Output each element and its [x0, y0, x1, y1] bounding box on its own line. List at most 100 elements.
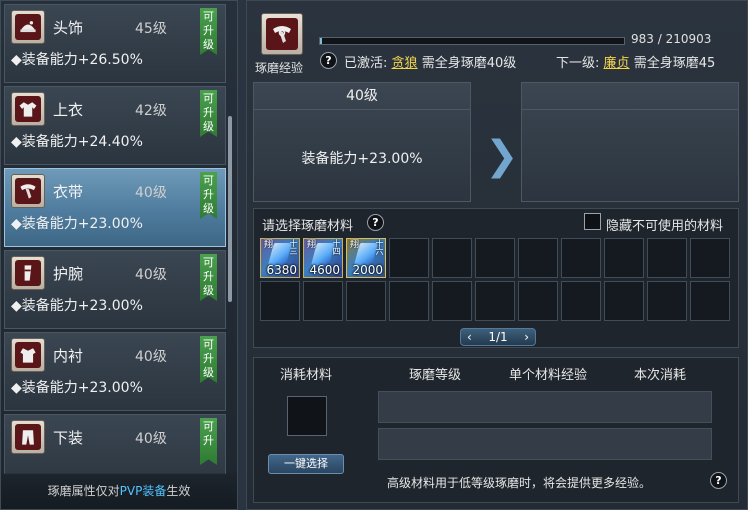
- next-level-info: 下一级: 廉贞 需全身琢磨45: [556, 52, 715, 71]
- equipment-stat: ◆装备能力+23.00%: [11, 380, 143, 396]
- material-slot[interactable]: [432, 281, 472, 321]
- material-slot[interactable]: [690, 281, 730, 321]
- material-tag: 翔: [348, 239, 358, 248]
- material-item[interactable]: 翔 十三 6380: [260, 238, 300, 278]
- material-help-icon[interactable]: ?: [367, 214, 384, 231]
- upgradable-badge: 可升级: [200, 8, 217, 55]
- equipment-stat: ◆装备能力+26.50%: [11, 52, 143, 68]
- consume-slot[interactable]: [287, 396, 327, 436]
- material-slot[interactable]: [561, 238, 601, 278]
- material-count: 4600: [309, 263, 340, 277]
- equipment-level: 40级: [135, 267, 167, 283]
- material-title: 请选择琢磨材料: [262, 219, 354, 234]
- equipment-name: 内衬: [53, 347, 84, 365]
- equipment-name: 护腕: [53, 265, 84, 283]
- material-panel: 请选择琢磨材料 ? 隐藏不可使用的材料 翔 十三 6380 翔 十四 4600 …: [253, 208, 739, 348]
- material-slot[interactable]: [690, 238, 730, 278]
- inner-lining-icon: [11, 338, 45, 372]
- equipment-name: 上衣: [53, 101, 84, 119]
- next-label: 下一级:: [556, 56, 600, 71]
- col-polish-level: 琢磨等级: [409, 368, 462, 383]
- equipment-item-top-garment[interactable]: 上衣 42级 ◆装备能力+24.40% 可升级: [4, 86, 226, 165]
- equipment-list-scrollbar[interactable]: [228, 116, 232, 302]
- material-slot[interactable]: [647, 238, 687, 278]
- material-grid: 翔 十三 6380 翔 十四 4600 翔 十六 2000: [260, 238, 730, 321]
- material-slot[interactable]: [604, 281, 644, 321]
- equipment-stat: ◆装备能力+23.00%: [11, 216, 143, 232]
- material-slot[interactable]: [518, 281, 558, 321]
- material-count: 2000: [352, 263, 383, 277]
- material-slot[interactable]: [260, 281, 300, 321]
- equipment-stat: ◆装备能力+23.00%: [11, 298, 143, 314]
- col-this-consume: 本次消耗: [634, 368, 687, 383]
- equipment-name: 下装: [53, 429, 84, 447]
- material-slot[interactable]: [561, 281, 601, 321]
- equipment-item-inner-lining[interactable]: 内衬 40级 ◆装备能力+23.00% 可升级: [4, 332, 226, 411]
- next-name-link[interactable]: 廉贞: [604, 56, 630, 71]
- equipment-item-headgear[interactable]: 头饰 45级 ◆装备能力+26.50% 可升级: [4, 4, 226, 83]
- equipment-item-belt[interactable]: 衣带 40级 ◆装备能力+23.00% 可升级: [4, 168, 226, 247]
- activated-info: 已激活: 贪狼 需全身琢磨40级: [344, 52, 516, 71]
- hide-unusable-checkbox[interactable]: [584, 213, 601, 230]
- consume-row: [378, 391, 712, 423]
- polish-panel: 琢磨经验 983 / 210903 ? 已激活: 贪狼 需全身琢磨40级 下一级…: [246, 0, 748, 510]
- next-level-box: [521, 82, 739, 202]
- next-level-title: [522, 83, 738, 110]
- page-prev-button[interactable]: ‹: [467, 330, 472, 344]
- material-tag: 翔: [305, 239, 315, 248]
- material-tier: 十三: [289, 239, 298, 255]
- pvp-note-prefix: 琢磨属性仅对: [47, 484, 120, 498]
- upgradable-badge: 可升级: [200, 90, 217, 137]
- material-slot[interactable]: [518, 238, 558, 278]
- material-slot[interactable]: [475, 281, 515, 321]
- material-count: 6380: [266, 263, 297, 277]
- equipment-level: 42级: [135, 103, 167, 119]
- equipment-name: 头饰: [53, 19, 84, 37]
- material-slot[interactable]: [303, 281, 343, 321]
- hide-unusable-label: 隐藏不可使用的材料: [606, 219, 724, 234]
- current-level-stat: 装备能力+23.00%: [301, 151, 423, 167]
- one-click-select-button[interactable]: 一键选择: [268, 454, 344, 474]
- col-consume-material: 消耗材料: [280, 368, 333, 383]
- equipment-level: 45级: [135, 21, 167, 37]
- page-indicator: 1/1: [488, 330, 508, 344]
- material-slot[interactable]: [432, 238, 472, 278]
- top-garment-icon: [11, 92, 45, 126]
- equipment-item-pants[interactable]: 下装 40级 可升: [4, 414, 226, 474]
- help-icon[interactable]: ?: [320, 52, 337, 69]
- pvp-note: 琢磨属性仅对PVP装备生效: [1, 473, 237, 509]
- material-slot[interactable]: [389, 238, 429, 278]
- equipment-level: 40级: [135, 185, 167, 201]
- equipment-stat: ◆装备能力+24.40%: [11, 134, 143, 150]
- upgradable-badge: 可升: [200, 418, 217, 465]
- material-tip: 高级材料用于低等级琢磨时，将会提供更多经验。: [387, 476, 652, 490]
- equipment-panel: 头饰 45级 ◆装备能力+26.50% 可升级 上衣 42级 ◆装备能力+24.…: [0, 0, 238, 510]
- equipment-level: 40级: [135, 431, 167, 447]
- pants-icon: [11, 420, 45, 454]
- pvp-note-suffix: 生效: [166, 484, 191, 498]
- headgear-icon: [11, 10, 45, 44]
- consume-panel: 消耗材料 琢磨等级 单个材料经验 本次消耗 一键选择 高级材料用于低等级琢磨时，…: [253, 357, 739, 503]
- belt-icon: [261, 13, 303, 55]
- page-next-button[interactable]: ›: [524, 330, 529, 344]
- upgradable-badge: 可升级: [200, 336, 217, 383]
- material-pager: ‹ 1/1 ›: [460, 328, 536, 346]
- equipment-item-bracer[interactable]: 护腕 40级 ◆装备能力+23.00% 可升级: [4, 250, 226, 329]
- material-slot[interactable]: [475, 238, 515, 278]
- tip-help-icon[interactable]: ?: [710, 472, 727, 489]
- current-level-title: 40级: [254, 83, 470, 110]
- equipment-level: 40级: [135, 349, 167, 365]
- activated-label: 已激活:: [344, 56, 388, 71]
- chevron-right-icon: ❯: [485, 133, 519, 179]
- activated-name-link[interactable]: 贪狼: [392, 56, 418, 71]
- material-slot[interactable]: [647, 281, 687, 321]
- material-slot[interactable]: [389, 281, 429, 321]
- material-slot[interactable]: [346, 281, 386, 321]
- pvp-note-highlight: PVP装备: [119, 484, 167, 498]
- polish-exp-value: 983 / 210903: [631, 32, 712, 46]
- belt-icon: [11, 174, 45, 208]
- material-item[interactable]: 翔 十六 2000: [346, 238, 386, 278]
- current-level-box: 40级 装备能力+23.00%: [253, 82, 471, 202]
- material-slot[interactable]: [604, 238, 644, 278]
- material-item[interactable]: 翔 十四 4600: [303, 238, 343, 278]
